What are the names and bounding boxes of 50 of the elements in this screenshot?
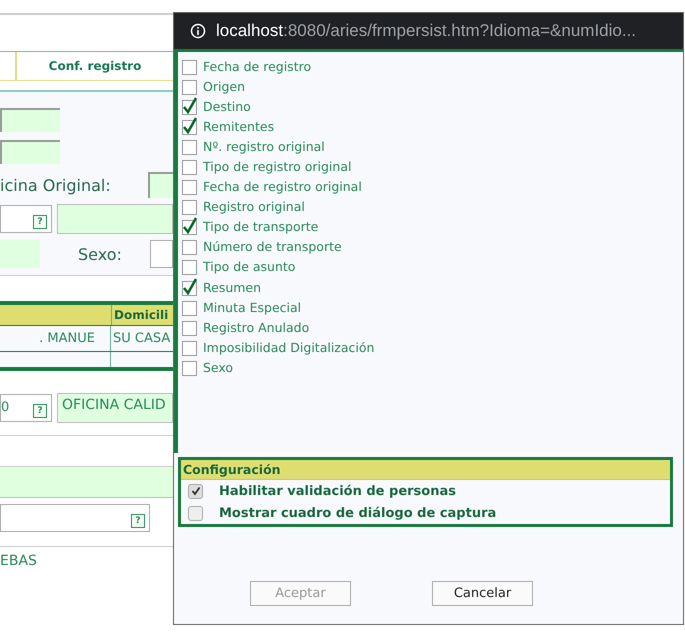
section-title: Configuración <box>181 460 670 480</box>
input-field[interactable] <box>150 240 173 268</box>
checkbox-label: Habilitar validación de personas <box>219 484 456 498</box>
checkbox-label: Registro original <box>203 199 305 214</box>
tab[interactable]: Conf. registro <box>17 52 173 80</box>
checkbox-label: Origen <box>203 78 245 94</box>
checkbox[interactable] <box>182 177 198 196</box>
checkbox[interactable] <box>182 116 198 136</box>
input-field[interactable] <box>0 240 40 268</box>
input-field[interactable] <box>0 140 60 164</box>
input-field[interactable] <box>0 108 60 132</box>
input-field[interactable]: 0 ? <box>0 394 52 422</box>
field-label: Sexo: <box>78 244 122 264</box>
checkbox-label: Resumen <box>203 280 262 295</box>
info-icon <box>190 23 206 39</box>
input-field[interactable] <box>148 172 173 198</box>
checkbox-label: Fecha de registro <box>203 58 312 74</box>
help-icon[interactable]: ? <box>33 215 47 229</box>
checkbox-label: Nº. registro original <box>203 138 325 154</box>
checkbox[interactable] <box>182 96 198 116</box>
checkbox[interactable] <box>182 217 198 236</box>
checkbox-label: Número de transporte <box>203 239 342 254</box>
checkbox[interactable] <box>182 278 198 297</box>
help-icon[interactable]: ? <box>33 404 47 418</box>
field-label: icina Original: <box>0 176 111 194</box>
checkbox[interactable] <box>182 157 198 176</box>
checkbox-label: Destino <box>203 98 251 114</box>
input-field[interactable] <box>57 204 173 234</box>
checkbox-label: Registro Anulado <box>203 320 310 335</box>
input-field[interactable]: ? <box>0 504 150 532</box>
checkbox-label: Tipo de transporte <box>203 219 318 234</box>
checkbox[interactable] <box>188 506 203 520</box>
input-field[interactable]: OFICINA CALID <box>57 393 173 423</box>
checkbox-label: Mostrar cuadro de diálogo de captura <box>219 506 496 520</box>
table-cell-text: SU CASA <box>112 330 172 348</box>
input-field[interactable] <box>0 466 173 498</box>
help-icon[interactable]: ? <box>131 514 145 528</box>
checkbox-label: Tipo de asunto <box>203 259 296 274</box>
checkbox-label: Tipo de registro original <box>203 159 352 174</box>
checkbox-label: Sexo <box>203 360 234 375</box>
table-header: Domicili <box>113 307 170 324</box>
checkbox-label: Imposibilidad Digitalización <box>203 340 374 355</box>
input-field[interactable]: ? <box>0 205 52 233</box>
checkbox-label: Fecha de registro original <box>203 179 362 194</box>
url-text: localhost:8080/aries/frmpersist.htm?Idioma=&numIdio... <box>216 21 636 41</box>
checkbox-label: Minuta Especial <box>203 300 302 315</box>
checkbox[interactable] <box>188 484 203 498</box>
dialog-button[interactable]: Cancelar <box>432 581 533 606</box>
checkbox[interactable] <box>182 197 198 216</box>
checkbox-label: Remitentes <box>203 118 274 134</box>
